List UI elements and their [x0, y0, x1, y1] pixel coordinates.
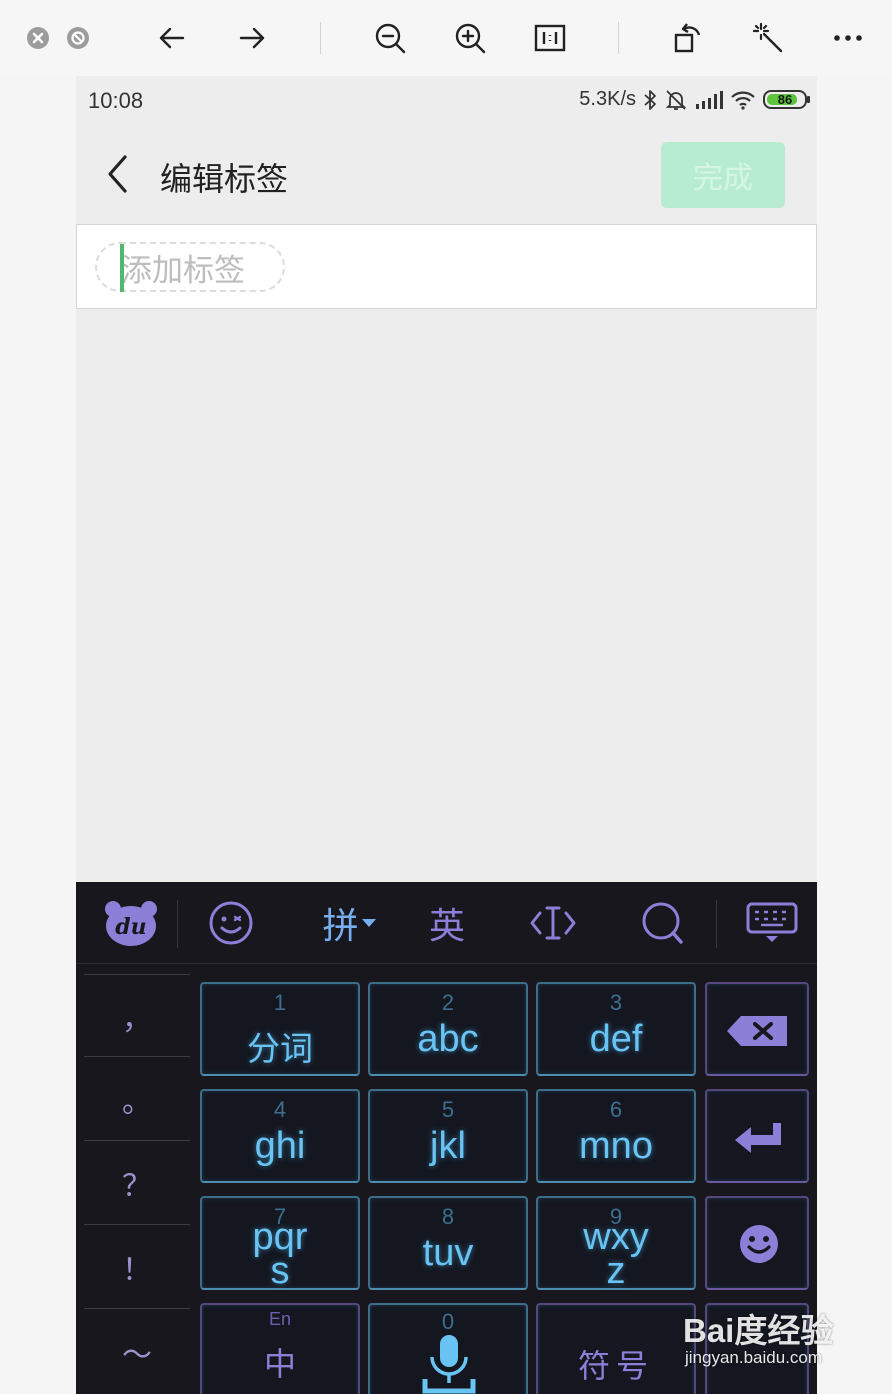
key-number: 8 — [441, 1204, 455, 1229]
punctuation-key[interactable]: ？ — [84, 1142, 190, 1225]
key-label: mno — [579, 1125, 653, 1167]
rotate-icon[interactable] — [670, 20, 706, 56]
key-label: jkl — [430, 1125, 466, 1167]
magic-wand-icon[interactable] — [750, 20, 786, 56]
pinyin-mode-button[interactable]: 拼 — [314, 896, 384, 950]
emoji-key[interactable] — [705, 1196, 809, 1290]
baidu-jingyan-watermark: Bai度经验 jingyan.baidu.com — [683, 1294, 853, 1374]
key-label-line2: s — [270, 1250, 290, 1292]
more-icon[interactable] — [830, 20, 866, 56]
key-label: ghi — [254, 1125, 306, 1167]
tag-input-area: 添加标签 — [76, 224, 817, 309]
punctuation-key[interactable]: ！ — [84, 1226, 190, 1309]
language-switch-key[interactable]: En 中 — [200, 1303, 360, 1394]
pinyin-label: 拼 — [322, 906, 359, 947]
key-7[interactable]: 7 pqr s — [200, 1196, 360, 1290]
keyboard-toolbar: du 拼 英 — [76, 882, 817, 964]
battery-indicator: 86 — [763, 90, 810, 109]
lang-zh-label: 中 — [263, 1345, 296, 1383]
key-label: pqr s — [202, 1216, 358, 1292]
keyboard-hide-icon[interactable] — [744, 896, 800, 950]
mute-bell-icon — [665, 89, 687, 110]
dropdown-arrow-icon — [361, 919, 376, 927]
signal-icon — [696, 90, 723, 109]
key-label: abc — [417, 1018, 479, 1060]
battery-percent: 86 — [777, 92, 793, 107]
key-label: def — [589, 1018, 643, 1060]
key-number: 6 — [609, 1097, 623, 1122]
punctuation-key[interactable]: ～ — [84, 1310, 190, 1393]
english-mode-button[interactable]: 英 — [422, 896, 472, 950]
toolbar-divider — [177, 900, 178, 948]
key-label-line1: wxy — [583, 1216, 649, 1258]
smiley-icon — [740, 1225, 778, 1263]
baidu-ime-logo-button[interactable]: du — [102, 896, 160, 950]
backspace-icon — [727, 1016, 787, 1046]
toolbar-divider — [716, 900, 717, 948]
zoom-out-icon[interactable] — [372, 20, 408, 56]
key-6[interactable]: 6 mno — [536, 1089, 696, 1183]
key-number: 3 — [609, 990, 623, 1015]
toolbar-divider — [320, 22, 321, 54]
enter-key[interactable] — [705, 1089, 809, 1183]
back-button[interactable] — [98, 152, 138, 196]
bluetooth-icon — [644, 89, 656, 110]
punctuation-key[interactable]: 。 — [84, 1058, 190, 1141]
key-1[interactable]: 1 分词 — [200, 982, 360, 1076]
zoom-in-icon[interactable] — [452, 20, 488, 56]
key-label-line1: pqr — [252, 1216, 308, 1258]
network-speed: 5.3K/s — [579, 88, 636, 110]
key-9[interactable]: 9 wxy z — [536, 1196, 696, 1290]
key-number: 1 — [273, 990, 287, 1015]
phone-screen: 10:08 5.3K/s 86 编辑标签 完成 添加标签 du 拼 英 ， 。 … — [76, 76, 817, 1394]
emoji-icon[interactable] — [204, 896, 258, 950]
key-number: 0 — [441, 1309, 455, 1334]
page-title: 编辑标签 — [160, 160, 289, 198]
key-number: 2 — [441, 990, 455, 1015]
viewer-toolbar — [0, 0, 892, 76]
disabled-icon[interactable] — [60, 20, 96, 56]
search-icon[interactable] — [638, 896, 686, 950]
text-caret — [120, 244, 124, 292]
watermark-logo: Bai度经验 — [683, 1312, 834, 1349]
punctuation-column: ， 。 ？ ！ ～ — [84, 974, 190, 1394]
add-tag-input[interactable]: 添加标签 — [95, 242, 285, 292]
punctuation-key[interactable]: ， — [84, 974, 190, 1057]
symbols-key[interactable]: 符号 — [536, 1303, 696, 1394]
space-voice-key[interactable]: 0 — [368, 1303, 528, 1394]
key-5[interactable]: 5 jkl — [368, 1089, 528, 1183]
done-button[interactable]: 完成 — [661, 142, 785, 208]
key-label-line2: z — [606, 1250, 626, 1292]
wifi-icon — [731, 91, 755, 110]
battery-cap — [807, 96, 810, 103]
close-icon[interactable] — [20, 20, 56, 56]
watermark-url: jingyan.baidu.com — [685, 1348, 823, 1367]
lang-en-label: En — [268, 1309, 292, 1329]
toolbar-divider — [618, 22, 619, 54]
header: 编辑标签 完成 — [76, 124, 817, 224]
key-2[interactable]: 2 abc — [368, 982, 528, 1076]
key-label: tuv — [422, 1232, 474, 1274]
status-time: 10:08 — [88, 88, 144, 113]
microphone-icon — [422, 1335, 476, 1394]
status-bar: 10:08 5.3K/s 86 — [76, 76, 817, 124]
enter-icon — [735, 1123, 781, 1153]
ime-logo-text: du — [115, 914, 146, 940]
backspace-key[interactable] — [705, 982, 809, 1076]
cursor-move-icon[interactable] — [528, 896, 578, 950]
arrow-right-icon[interactable] — [234, 20, 270, 56]
key-label: 分词 — [247, 1029, 313, 1068]
key-number: 5 — [441, 1097, 455, 1122]
chevron-left-icon — [108, 155, 127, 193]
key-4[interactable]: 4 ghi — [200, 1089, 360, 1183]
key-number: 4 — [273, 1097, 287, 1122]
key-8[interactable]: 8 tuv — [368, 1196, 528, 1290]
key-3[interactable]: 3 def — [536, 982, 696, 1076]
status-icons: 5.3K/s 86 — [579, 88, 810, 111]
tag-placeholder: 添加标签 — [121, 252, 245, 289]
symbols-label: 符号 — [577, 1347, 654, 1385]
actual-size-icon[interactable] — [532, 20, 568, 56]
arrow-left-icon[interactable] — [154, 20, 190, 56]
key-label: wxy z — [538, 1216, 694, 1292]
